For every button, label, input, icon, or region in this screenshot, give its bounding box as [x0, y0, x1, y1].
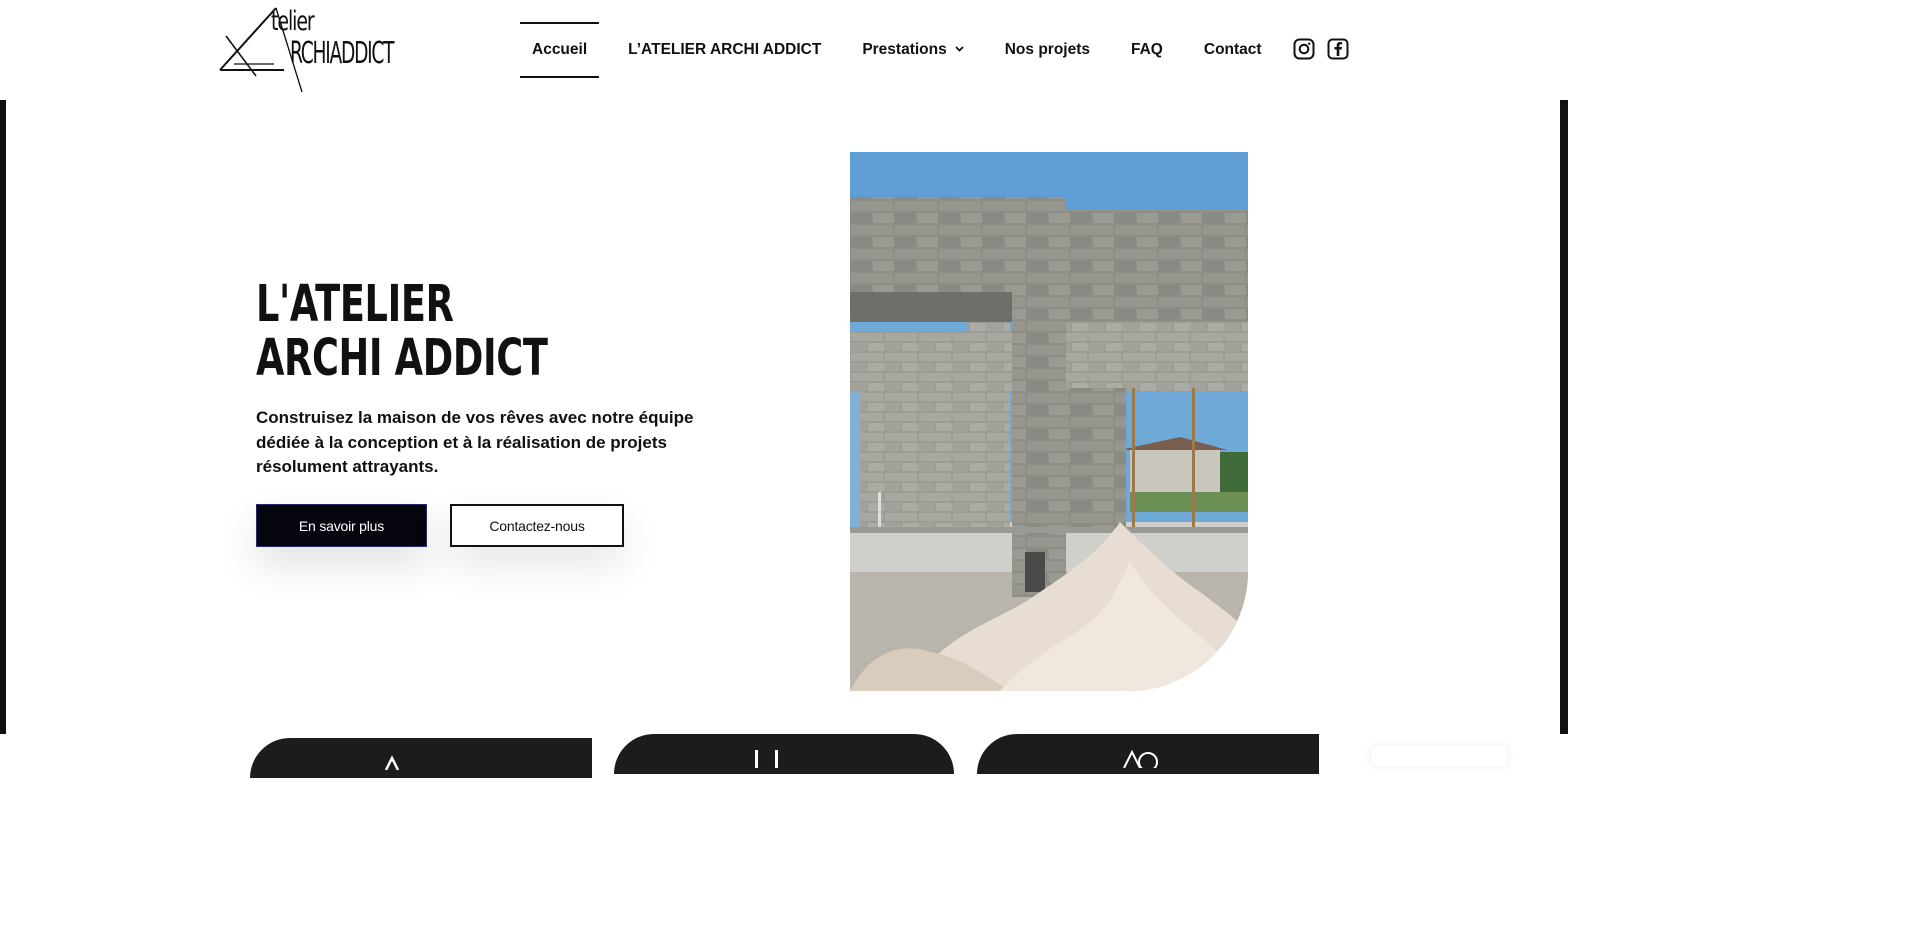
facebook-icon[interactable] [1327, 38, 1349, 60]
service-icon [384, 755, 400, 770]
hero-title: L'ATELIER ARCHI ADDICT [256, 278, 548, 386]
contact-us-button[interactable]: Contactez-nous [450, 504, 624, 547]
nav-item-contact[interactable]: Contact [1192, 22, 1274, 78]
social-links [1293, 38, 1349, 60]
nav-item-faq[interactable]: FAQ [1119, 22, 1175, 78]
nav-label: FAQ [1131, 41, 1163, 58]
instagram-icon[interactable] [1293, 38, 1315, 60]
service-card-2[interactable] [614, 734, 954, 774]
main-nav: Accueil L’ATELIER ARCHI ADDICT Prestatio… [520, 22, 1291, 78]
nav-item-accueil[interactable]: Accueil [520, 22, 600, 78]
hero-title-line-2: ARCHI ADDICT [256, 329, 548, 388]
floating-widget[interactable] [1372, 746, 1507, 766]
chevron-down-icon [955, 44, 964, 55]
service-card-1[interactable] [250, 738, 592, 778]
service-card-3[interactable] [977, 734, 1319, 774]
nav-item-projets[interactable]: Nos projets [993, 22, 1102, 78]
service-icon [1123, 749, 1158, 768]
logo-text-line-2: RCHIADDICT [290, 36, 395, 71]
side-border-left [0, 100, 6, 734]
nav-label: Prestations [862, 41, 947, 58]
learn-more-button[interactable]: En savoir plus [256, 504, 427, 547]
site-header: telier RCHIADDICT Accueil L’ATELIER ARCH… [0, 0, 1568, 100]
nav-label: Contact [1203, 41, 1262, 58]
nav-label: Accueil [532, 41, 588, 58]
side-border-right [1560, 100, 1568, 734]
site-logo[interactable]: telier RCHIADDICT [218, 6, 398, 94]
nav-item-atelier[interactable]: L’ATELIER ARCHI ADDICT [616, 22, 833, 78]
hero-description: Construisez la maison de vos rêves avec … [256, 408, 694, 476]
nav-label: L’ATELIER ARCHI ADDICT [628, 41, 822, 58]
nav-item-prestations[interactable]: Prestations [850, 22, 975, 78]
nav-label: Nos projets [1004, 41, 1090, 58]
service-icon [755, 750, 778, 768]
logo-text-line-1: telier [271, 6, 315, 37]
hero-construction-image [850, 152, 1248, 691]
hero-title-line-1: L'ATELIER [256, 275, 454, 334]
